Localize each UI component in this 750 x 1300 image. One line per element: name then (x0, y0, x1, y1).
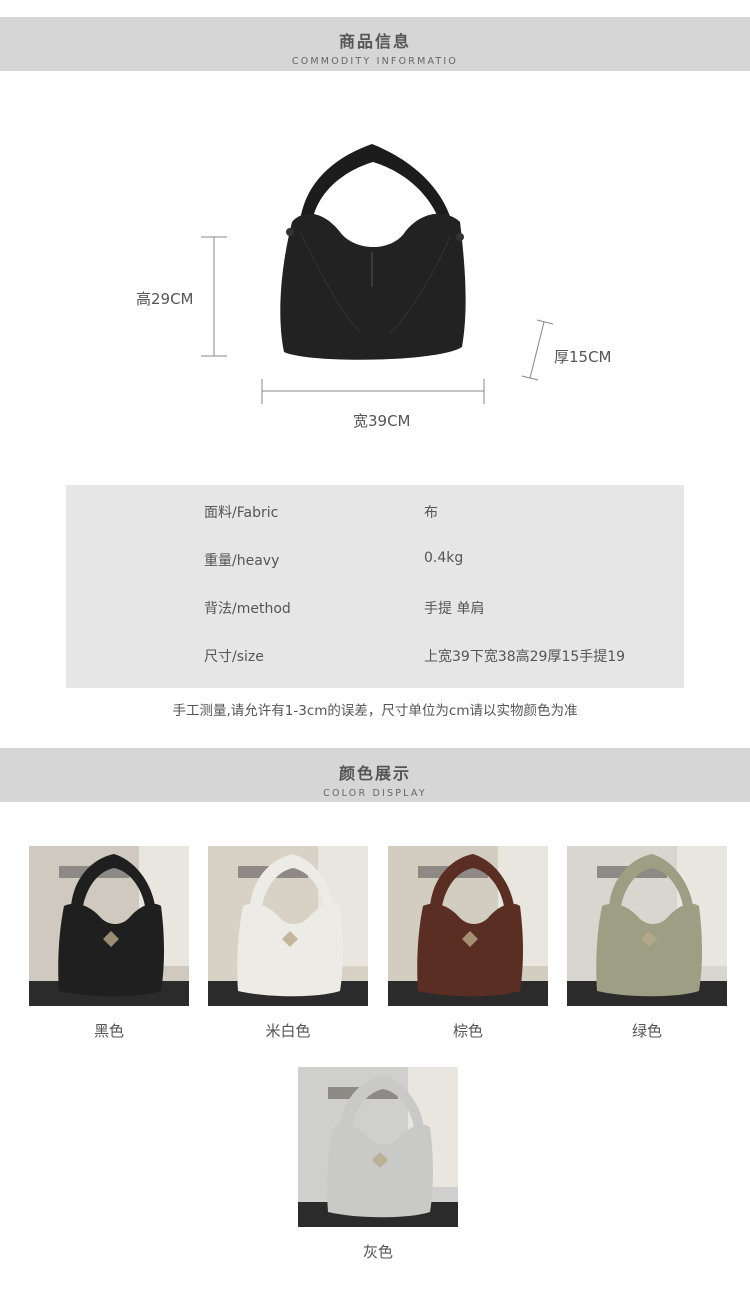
color-name: 灰色 (362, 1243, 393, 1261)
color-name: 棕色 (452, 1022, 483, 1040)
spec-label: 重量/heavy (204, 553, 280, 569)
spec-row-size: 尺寸/size 上宽39下宽38高29厚15手提19 (66, 646, 684, 670)
product-photo[interactable] (567, 846, 727, 1006)
spec-value: 上宽39下宽38高29厚15手提19 (424, 649, 626, 665)
product-photo[interactable] (29, 846, 189, 1006)
color-swatch-green[interactable]: 绿色 (567, 846, 727, 1041)
height-label: 高29CM (136, 290, 194, 308)
width-label: 宽39CM (353, 412, 411, 430)
color-name: 绿色 (631, 1022, 662, 1040)
color-display-header: 颜色展示 COLOR DISPLAY (0, 748, 750, 802)
spec-table: 面料/Fabric 布 重量/heavy 0.4kg 背法/method 手提 … (66, 485, 684, 688)
spec-label: 面料/Fabric (204, 505, 279, 521)
color-swatch-brown[interactable]: 棕色 (388, 846, 548, 1041)
commodity-info-header: 商品信息 COMMODITY INFORMATIO (0, 17, 750, 71)
bag-photo-illustration (298, 1067, 458, 1227)
color-name: 黑色 (93, 1022, 124, 1040)
spec-label: 背法/method (204, 601, 291, 617)
section-title: 颜色展示 (338, 764, 411, 783)
section-title: 商品信息 (338, 32, 411, 51)
product-photo[interactable] (208, 846, 368, 1006)
spec-row-fabric: 面料/Fabric 布 (66, 502, 684, 526)
product-dimension-figure: 高29CM 宽39CM 厚15CM (0, 72, 750, 472)
bag-photo-illustration (29, 846, 189, 1006)
product-photo[interactable] (388, 846, 548, 1006)
color-swatch-black[interactable]: 黑色 (29, 846, 189, 1041)
spec-value: 0.4kg (424, 550, 464, 566)
product-photo[interactable] (298, 1067, 458, 1227)
measurement-note: 手工测量,请允许有1-3cm的误差，尺寸单位为cm请以实物颜色为准 (172, 703, 578, 719)
bag-photo-illustration (388, 846, 548, 1006)
spec-label: 尺寸/size (204, 649, 264, 665)
spec-row-weight: 重量/heavy 0.4kg (66, 550, 684, 574)
bag-photo-illustration (567, 846, 727, 1006)
spec-row-method: 背法/method 手提 单肩 (66, 598, 684, 622)
spec-value: 手提 单肩 (424, 601, 485, 617)
color-name: 米白色 (265, 1022, 311, 1040)
bag-photo-illustration (208, 846, 368, 1006)
section-subtitle: COMMODITY INFORMATIO (291, 56, 459, 67)
depth-label: 厚15CM (554, 348, 612, 366)
section-subtitle: COLOR DISPLAY (323, 788, 427, 799)
spec-value: 布 (424, 505, 438, 521)
color-swatch-white[interactable]: 米白色 (208, 846, 368, 1041)
black-bag-illustration (280, 144, 466, 360)
color-swatch-grey[interactable]: 灰色 (298, 1067, 458, 1262)
